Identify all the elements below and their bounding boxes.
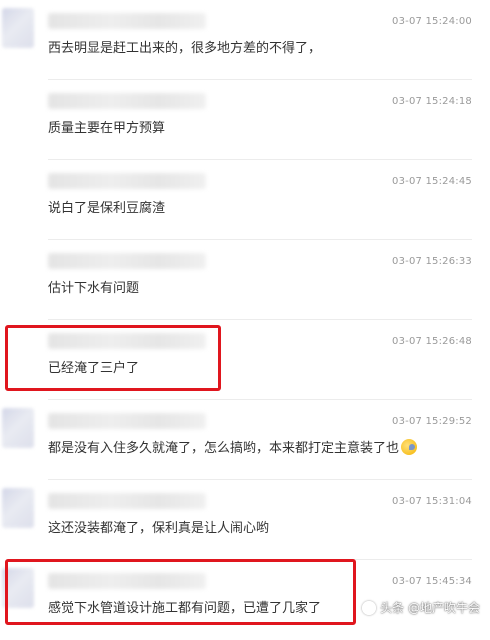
username-blurred[interactable] [48, 253, 206, 269]
comment-item: 03-07 15:24:45 说白了是保利豆腐渣 [0, 160, 490, 240]
comment-time: 03-07 15:31:04 [392, 496, 472, 507]
comment-time: 03-07 15:26:48 [392, 336, 472, 347]
highlight-box [5, 325, 221, 391]
comment-item: 03-07 15:24:00 西去明显是赶工出来的，很多地方差的不得了， [0, 0, 490, 80]
comment-text: 都是没有入住多久就淹了，怎么搞哟，本来都打定主意装了也 [48, 437, 418, 456]
watermark-text: 头条 @地产吹牛会 [380, 601, 480, 615]
avatar[interactable] [2, 488, 34, 528]
watermark-logo-icon [362, 600, 377, 615]
comment-text-body: 都是没有入住多久就淹了，怎么搞哟，本来都打定主意装了也 [48, 441, 400, 456]
emoji-icon [401, 439, 418, 455]
username-blurred[interactable] [48, 173, 206, 189]
comment-time: 03-07 15:24:18 [392, 96, 472, 107]
comment-text: 这还没装都淹了，保利真是让人闹心哟 [48, 521, 270, 536]
highlight-box [5, 559, 356, 625]
comment-text: 说白了是保利豆腐渣 [48, 201, 166, 216]
comment-item: 03-07 15:24:18 质量主要在甲方预算 [0, 80, 490, 160]
username-blurred[interactable] [48, 413, 206, 429]
username-blurred[interactable] [48, 493, 206, 509]
watermark: 头条 @地产吹牛会 [362, 599, 480, 616]
comment-time: 03-07 15:29:52 [392, 416, 472, 427]
comment-item: 03-07 15:31:04 这还没装都淹了，保利真是让人闹心哟 [0, 480, 490, 560]
comment-text: 估计下水有问题 [48, 281, 140, 296]
comment-text: 西去明显是赶工出来的，很多地方差的不得了， [48, 41, 322, 56]
comment-item: 03-07 15:26:33 估计下水有问题 [0, 240, 490, 320]
avatar[interactable] [2, 8, 34, 48]
comment-time: 03-07 15:45:34 [392, 576, 472, 587]
avatar[interactable] [2, 408, 34, 448]
username-blurred[interactable] [48, 93, 206, 109]
username-blurred[interactable] [48, 13, 206, 29]
comment-item: 03-07 15:29:52 都是没有入住多久就淹了，怎么搞哟，本来都打定主意装… [0, 400, 490, 480]
comment-time: 03-07 15:24:45 [392, 176, 472, 187]
comment-time: 03-07 15:26:33 [392, 256, 472, 267]
comment-text: 质量主要在甲方预算 [48, 121, 166, 136]
comment-time: 03-07 15:24:00 [392, 16, 472, 27]
